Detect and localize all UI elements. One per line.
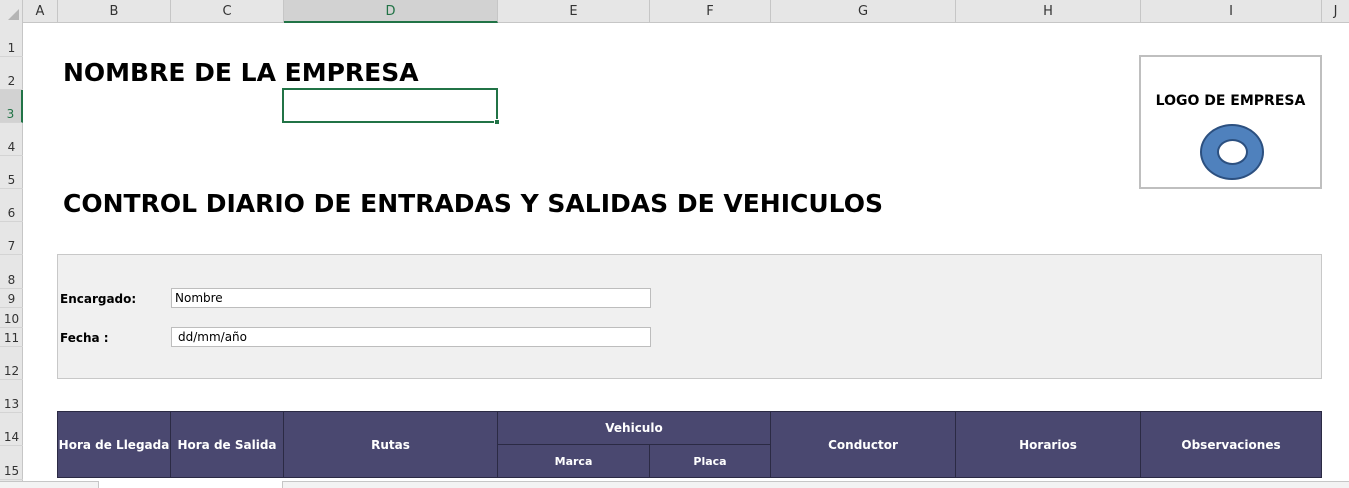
header-placa[interactable]: Placa	[650, 445, 771, 477]
vehicle-log-table-header: Hora de Llegada Hora de Salida Rutas Veh…	[57, 411, 1322, 478]
row-header-13[interactable]: 13	[0, 380, 23, 413]
header-observaciones[interactable]: Observaciones	[1141, 412, 1321, 477]
row-header-10[interactable]: 10	[0, 308, 23, 328]
worksheet-grid[interactable]: NOMBRE DE LA EMPRESA LOGO DE EMPRESA CON…	[23, 23, 1349, 481]
column-header-j[interactable]: J	[1322, 0, 1349, 23]
column-header-h[interactable]: H	[956, 0, 1141, 23]
ring-logo-icon	[1200, 124, 1264, 180]
row-header-5[interactable]: 5	[0, 156, 23, 189]
row-header-bar: 1 2 3 4 5 6 7 8 9 10 11 12 13 14 15	[0, 23, 23, 488]
column-header-c[interactable]: C	[171, 0, 284, 23]
active-sheet-tab[interactable]	[98, 481, 283, 488]
company-name-title: NOMBRE DE LA EMPRESA	[63, 58, 419, 87]
fill-handle[interactable]	[494, 119, 500, 125]
header-marca[interactable]: Marca	[498, 445, 650, 477]
row-header-12[interactable]: 12	[0, 347, 23, 380]
row-header-11[interactable]: 11	[0, 328, 23, 347]
fecha-label: Fecha :	[60, 331, 109, 345]
column-header-d[interactable]: D	[284, 0, 498, 23]
row-header-14[interactable]: 14	[0, 413, 23, 446]
encargado-label: Encargado:	[60, 292, 137, 306]
header-vehiculo[interactable]: Vehiculo	[498, 412, 771, 444]
column-header-i[interactable]: I	[1141, 0, 1322, 23]
info-panel: Encargado: Nombre Fecha : dd/mm/año	[57, 254, 1322, 379]
select-all-triangle-icon	[8, 9, 19, 20]
row-header-3[interactable]: 3	[0, 90, 23, 123]
column-header-b[interactable]: B	[58, 0, 171, 23]
header-hora-llegada[interactable]: Hora de Llegada	[58, 412, 171, 477]
header-rutas[interactable]: Rutas	[284, 412, 498, 477]
sheet-title: CONTROL DIARIO DE ENTRADAS Y SALIDAS DE …	[63, 189, 883, 218]
row-header-2[interactable]: 2	[0, 57, 23, 90]
row-header-15[interactable]: 15	[0, 446, 23, 480]
ring-logo-hole	[1217, 139, 1248, 165]
column-header-g[interactable]: G	[771, 0, 956, 23]
row-header-6[interactable]: 6	[0, 189, 23, 222]
row-header-8[interactable]: 8	[0, 255, 23, 289]
selected-cell-d3[interactable]	[282, 88, 500, 125]
select-all-corner[interactable]	[0, 0, 23, 23]
encargado-field[interactable]: Nombre	[171, 288, 651, 308]
column-header-f[interactable]: F	[650, 0, 771, 23]
column-header-e[interactable]: E	[498, 0, 650, 23]
row-header-9[interactable]: 9	[0, 289, 23, 308]
row-header-4[interactable]: 4	[0, 123, 23, 156]
header-conductor[interactable]: Conductor	[771, 412, 956, 477]
row-header-7[interactable]: 7	[0, 222, 23, 255]
header-hora-salida[interactable]: Hora de Salida	[171, 412, 284, 477]
fecha-field[interactable]: dd/mm/año	[171, 327, 651, 347]
column-header-bar: A B C D E F G H I J	[0, 0, 1349, 23]
logo-box[interactable]: LOGO DE EMPRESA	[1139, 55, 1322, 189]
logo-label: LOGO DE EMPRESA	[1155, 93, 1306, 109]
header-horarios[interactable]: Horarios	[956, 412, 1141, 477]
column-header-a[interactable]: A	[23, 0, 58, 23]
row-header-1[interactable]: 1	[0, 23, 23, 57]
